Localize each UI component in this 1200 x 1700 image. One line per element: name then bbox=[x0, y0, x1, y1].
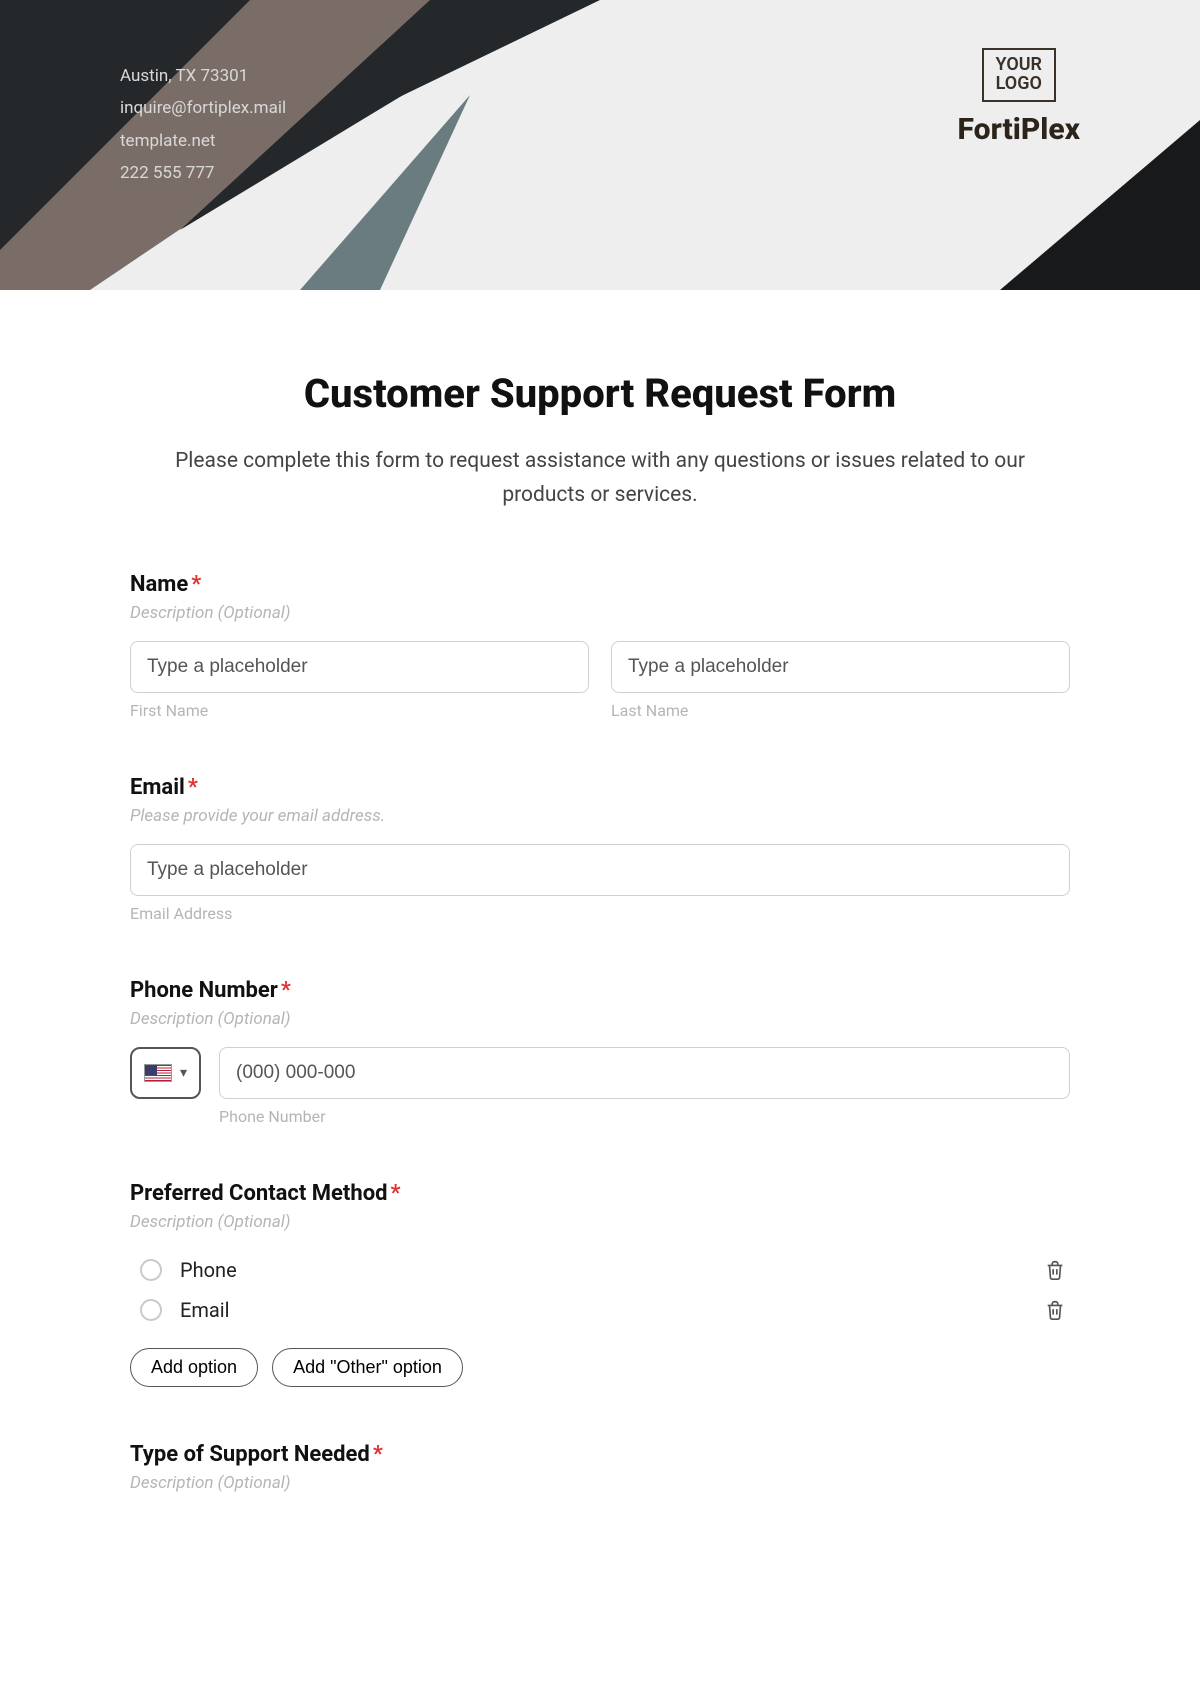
first-name-input[interactable] bbox=[130, 641, 589, 693]
contact-method-label: Preferred Contact Method* bbox=[130, 1181, 1070, 1206]
option-label[interactable]: Phone bbox=[180, 1258, 1044, 1282]
last-name-sublabel: Last Name bbox=[611, 701, 1070, 720]
support-type-description: Description (Optional) bbox=[130, 1473, 1070, 1493]
page-title: Customer Support Request Form bbox=[130, 370, 1070, 417]
logo-block: YOUR LOGO FortiPlex bbox=[958, 48, 1080, 147]
phone-label: Phone Number* bbox=[130, 978, 1070, 1003]
radio-icon[interactable] bbox=[140, 1259, 162, 1281]
contact-method-label-text: Preferred Contact Method bbox=[130, 1181, 388, 1206]
field-phone: Phone Number* Description (Optional) ▾ P… bbox=[130, 978, 1070, 1126]
email-label: Email* bbox=[130, 775, 1070, 800]
field-contact-method: Preferred Contact Method* Description (O… bbox=[130, 1181, 1070, 1387]
company-email: inquire@fortiplex.mail bbox=[120, 92, 286, 124]
required-mark: * bbox=[191, 572, 201, 597]
country-code-select[interactable]: ▾ bbox=[130, 1047, 201, 1099]
company-website: template.net bbox=[120, 125, 286, 157]
company-contact-block: Austin, TX 73301 inquire@fortiplex.mail … bbox=[120, 60, 286, 189]
page-header: Austin, TX 73301 inquire@fortiplex.mail … bbox=[0, 0, 1200, 290]
last-name-input[interactable] bbox=[611, 641, 1070, 693]
page-intro: Please complete this form to request ass… bbox=[160, 445, 1040, 512]
email-sublabel: Email Address bbox=[130, 904, 1070, 923]
add-other-option-button[interactable]: Add "Other" option bbox=[272, 1348, 463, 1387]
contact-method-description: Description (Optional) bbox=[130, 1212, 1070, 1232]
required-mark: * bbox=[188, 775, 198, 800]
required-mark: * bbox=[373, 1442, 383, 1467]
field-support-type: Type of Support Needed* Description (Opt… bbox=[130, 1442, 1070, 1493]
company-phone: 222 555 777 bbox=[120, 157, 286, 189]
trash-icon[interactable] bbox=[1044, 1259, 1066, 1281]
phone-label-text: Phone Number bbox=[130, 978, 278, 1003]
field-email: Email* Please provide your email address… bbox=[130, 775, 1070, 923]
email-input[interactable] bbox=[130, 844, 1070, 896]
support-type-label-text: Type of Support Needed bbox=[130, 1442, 370, 1467]
phone-sublabel: Phone Number bbox=[219, 1107, 1070, 1126]
logo-line2: LOGO bbox=[996, 75, 1042, 94]
name-label: Name* bbox=[130, 572, 1070, 597]
support-type-label: Type of Support Needed* bbox=[130, 1442, 1070, 1467]
brand-name: FortiPlex bbox=[958, 112, 1080, 147]
logo-placeholder: YOUR LOGO bbox=[982, 48, 1056, 102]
option-row: Phone bbox=[130, 1250, 1070, 1290]
field-name: Name* Description (Optional) First Name … bbox=[130, 572, 1070, 720]
radio-icon[interactable] bbox=[140, 1299, 162, 1321]
trash-icon[interactable] bbox=[1044, 1299, 1066, 1321]
company-address: Austin, TX 73301 bbox=[120, 60, 286, 92]
form-content: Customer Support Request Form Please com… bbox=[0, 290, 1200, 1571]
add-option-button[interactable]: Add option bbox=[130, 1348, 258, 1387]
chevron-down-icon: ▾ bbox=[180, 1065, 187, 1081]
first-name-sublabel: First Name bbox=[130, 701, 589, 720]
phone-input[interactable] bbox=[219, 1047, 1070, 1099]
option-label[interactable]: Email bbox=[180, 1298, 1044, 1322]
required-mark: * bbox=[281, 978, 291, 1003]
name-description: Description (Optional) bbox=[130, 603, 1070, 623]
name-label-text: Name bbox=[130, 572, 188, 597]
option-row: Email bbox=[130, 1290, 1070, 1330]
us-flag-icon bbox=[144, 1064, 172, 1082]
email-label-text: Email bbox=[130, 775, 185, 800]
phone-description: Description (Optional) bbox=[130, 1009, 1070, 1029]
email-description: Please provide your email address. bbox=[130, 806, 1070, 826]
required-mark: * bbox=[391, 1181, 401, 1206]
